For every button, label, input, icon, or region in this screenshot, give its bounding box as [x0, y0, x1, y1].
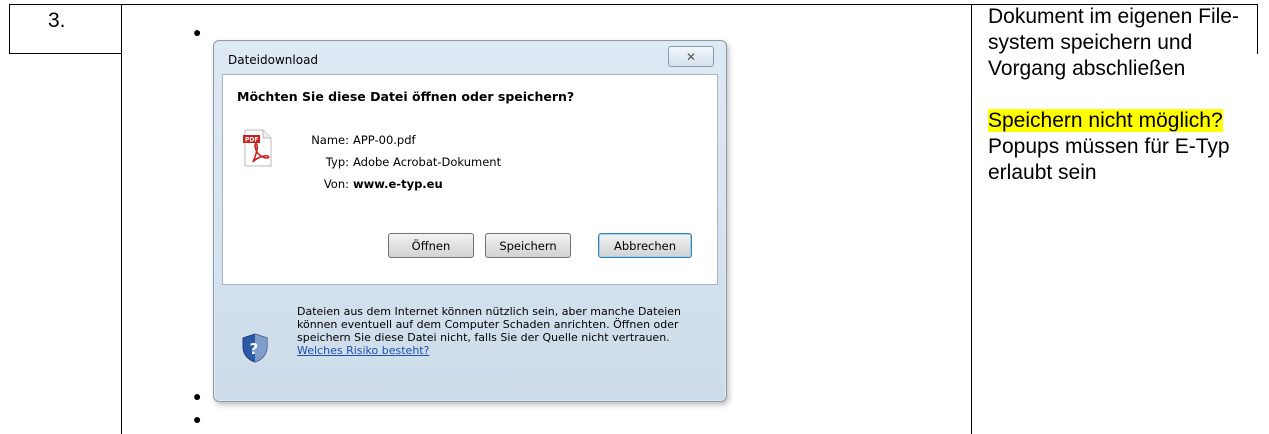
warning-text: Dateien aus dem Internet können nützlich… — [297, 305, 697, 357]
bullet-2: ● — [193, 388, 202, 404]
dialog-title: Dateidownload — [228, 53, 319, 67]
table-right-border — [1257, 4, 1258, 54]
column-divider-2 — [971, 4, 972, 434]
row-number: 3. — [48, 9, 66, 32]
step-text: Dokument im eigenen File-system speicher… — [988, 5, 1239, 80]
file-type-row: Typ: Adobe Acrobat-Dokument — [293, 155, 501, 169]
dialog-warning: ? Dateien aus dem Internet können nützli… — [222, 291, 716, 391]
close-button[interactable]: ✕ — [668, 46, 714, 67]
warning-highlight: Speichern nicht möglich? — [988, 108, 1248, 134]
bullet-1: ● — [193, 24, 202, 40]
file-type-key: Typ: — [325, 155, 349, 169]
dialog-question: Möchten Sie diese Datei öffnen oder spei… — [237, 89, 575, 104]
open-button[interactable]: Öffnen — [388, 233, 474, 258]
warning-message: Dateien aus dem Internet können nützlich… — [297, 305, 682, 344]
svg-text:?: ? — [250, 340, 259, 358]
file-source-row: Von: www.e-typ.eu — [293, 177, 443, 191]
highlight-text: Speichern nicht möglich? — [988, 109, 1223, 132]
file-source-value: www.e-typ.eu — [353, 177, 443, 191]
popup-note: Popups müssen für E-Typ erlaubt sein — [988, 135, 1230, 184]
bullet-3: ● — [193, 411, 202, 427]
table-divider-bottom — [9, 53, 122, 54]
close-icon: ✕ — [685, 49, 697, 64]
pdf-file-icon: PDF — [243, 129, 272, 167]
column-divider-1 — [121, 4, 122, 434]
file-name-value: APP-00.pdf — [353, 133, 416, 147]
dialog-body: Möchten Sie diese Datei öffnen oder spei… — [222, 74, 718, 285]
file-name-key: Name: — [311, 133, 349, 147]
svg-text:PDF: PDF — [245, 137, 258, 144]
file-name-row: Name: APP-00.pdf — [293, 133, 416, 147]
risk-link[interactable]: Welches Risiko besteht? — [297, 344, 429, 357]
instruction-column: Dokument im eigenen File-system speicher… — [988, 4, 1248, 186]
file-type-value: Adobe Acrobat-Dokument — [353, 155, 502, 169]
table-left-border — [9, 4, 10, 54]
shield-question-icon: ? — [242, 333, 268, 363]
save-button[interactable]: Speichern — [485, 233, 571, 258]
cancel-button[interactable]: Abbrechen — [598, 233, 692, 258]
file-download-dialog: Dateidownload ✕ Möchten Sie diese Datei … — [213, 40, 727, 402]
file-source-key: Von: — [323, 177, 349, 191]
